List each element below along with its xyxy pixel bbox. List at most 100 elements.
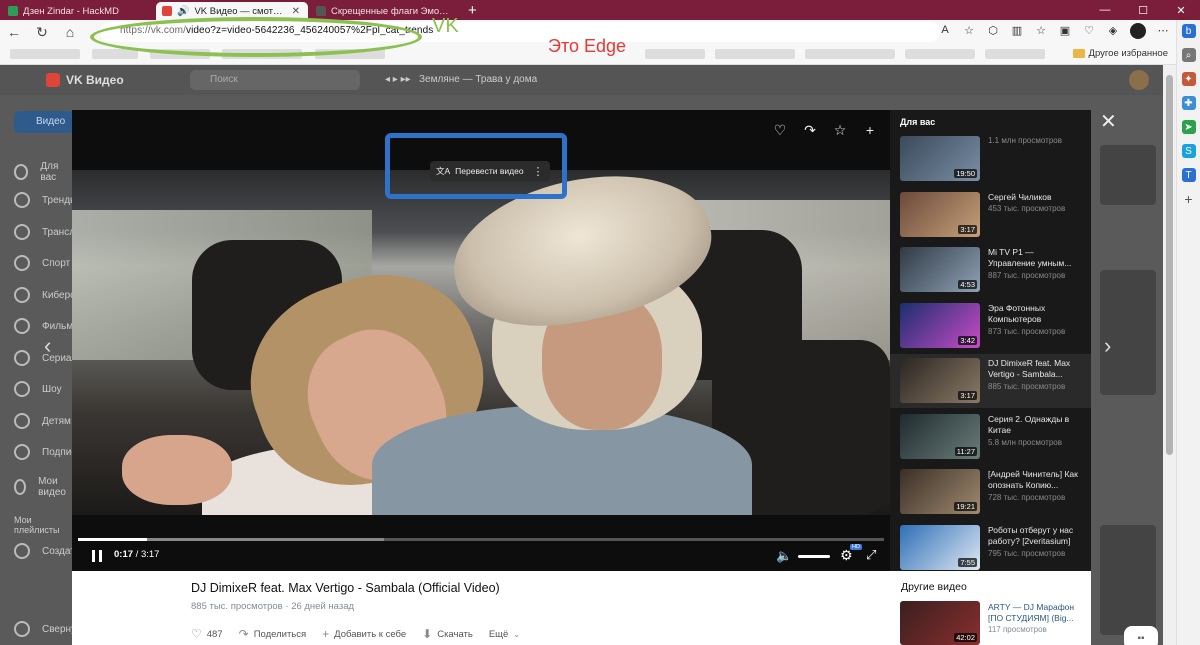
like-button[interactable]: ♡ 487	[191, 627, 223, 641]
bing-chat-icon[interactable]: b	[1181, 24, 1196, 38]
sidebar-item-trends[interactable]: Тренды	[14, 192, 77, 208]
minimize-icon[interactable]: —	[1086, 0, 1124, 20]
close-window-icon[interactable]: ✕	[1162, 0, 1200, 20]
send-icon[interactable]: ➤	[1181, 120, 1196, 134]
read-aloud-icon[interactable]: A	[938, 23, 952, 37]
blurred-favorite[interactable]	[905, 49, 975, 59]
download-button[interactable]: ⬇ Скачать	[422, 627, 473, 641]
recommendation-title[interactable]: Mi TV P1 — Управление умным...	[988, 247, 1082, 269]
sidebar-item-for-you[interactable]: Для вас	[14, 161, 72, 183]
recommendation-item[interactable]: 19:50 1.1 млн просмотров	[890, 132, 1091, 186]
plus-icon[interactable]: +	[862, 122, 878, 138]
star-icon[interactable]: ☆	[832, 122, 848, 138]
split-screen-icon[interactable]: ▥	[1010, 23, 1024, 37]
background-thumbnail[interactable]	[1100, 525, 1156, 635]
background-thumbnail[interactable]	[1100, 145, 1156, 205]
recommendation-item[interactable]: 3:17 Сергей Чиликов 453 тыс. просмотров	[890, 188, 1091, 242]
translate-icon[interactable]: T	[1181, 168, 1196, 182]
search-icon[interactable]: ⌕	[1181, 48, 1196, 62]
skype-icon[interactable]: S	[1181, 144, 1196, 158]
progress-bar[interactable]	[78, 538, 884, 541]
blurred-favorite[interactable]	[645, 49, 705, 59]
vk-logo-icon[interactable]	[46, 73, 60, 87]
messages-button[interactable]: ▪▪	[1124, 626, 1158, 645]
recommendation-item[interactable]: 4:53 Mi TV P1 — Управление умным... 887 ты…	[890, 243, 1091, 297]
video-frame[interactable]	[72, 170, 890, 515]
recommendations-heading: Для вас	[900, 117, 936, 127]
reload-icon[interactable]: ↻	[28, 20, 56, 44]
extensions-icon[interactable]: ⬡	[986, 23, 1000, 37]
tab-hackmd[interactable]: Дзен Zindar - HackMD	[2, 2, 154, 20]
create-playlist[interactable]: Создать	[14, 543, 80, 559]
recommendation-thumbnail[interactable]: 4:53	[900, 247, 980, 292]
recommendation-item[interactable]: 3:17 DJ DimixeR feat. Max Vertigo - Samba…	[890, 354, 1091, 408]
volume-slider[interactable]	[798, 555, 830, 558]
recommendation-thumbnail[interactable]: 3:17	[900, 191, 980, 237]
recommendation-thumbnail[interactable]: 3:42	[900, 302, 980, 348]
close-tab-icon[interactable]: ✕	[292, 6, 300, 17]
volume-icon[interactable]: 🔈	[776, 548, 792, 564]
favorites-icon[interactable]: ☆	[1034, 23, 1048, 37]
maximize-icon[interactable]: ☐	[1124, 0, 1162, 20]
vk-brand[interactable]: VK Видео	[66, 73, 124, 87]
sidebar-item-shows[interactable]: Шоу	[14, 381, 62, 397]
share-button[interactable]: ↷ Поделиться	[239, 627, 307, 641]
pause-icon[interactable]	[92, 550, 102, 562]
add-icon[interactable]: +	[1182, 191, 1196, 207]
blurred-favorite[interactable]	[92, 49, 138, 59]
recommendation-item[interactable]: 3:42 Эра Фотонных Компьютеров 873 тыс. про…	[890, 299, 1091, 353]
recommendation-item[interactable]: 11:27 Серия 2. Однажды в Китае 5.8 млн про…	[890, 410, 1091, 464]
sidebar-item-sport[interactable]: Спорт	[14, 255, 70, 271]
menu-dots-icon[interactable]: ⋯	[1156, 23, 1170, 37]
other-video-thumbnail[interactable]: 42:02	[900, 601, 980, 645]
close-modal-icon[interactable]: ✕	[1100, 109, 1117, 134]
heart-icon[interactable]: ♡	[772, 122, 788, 138]
recommendation-views: 885 тыс. просмотров	[988, 382, 1066, 391]
recommendation-thumbnail[interactable]: 7:55	[900, 524, 980, 570]
share-icon[interactable]: ↷	[802, 122, 818, 138]
player-top-actions: ♡ ↷ ☆ +	[772, 122, 878, 139]
fullscreen-icon[interactable]: ⤢	[866, 547, 876, 563]
shopping-icon[interactable]: ✦	[1181, 72, 1196, 86]
browser-essentials-icon[interactable]: ◈	[1106, 23, 1120, 37]
blurred-favorite[interactable]	[985, 49, 1045, 59]
sidebar-item-films[interactable]: Фильмы	[14, 318, 80, 334]
home-icon[interactable]: ⌂	[56, 20, 84, 44]
recommendation-title[interactable]: Роботы отберут у нас работу? [2veritasiu…	[988, 525, 1082, 547]
recommendation-thumbnail[interactable]: 3:17	[900, 358, 980, 403]
blurred-favorite[interactable]	[10, 49, 80, 59]
recommendation-thumbnail[interactable]: 19:50	[900, 136, 980, 181]
edge-sidebar: b ⌕ ✦ ✚ ➤ S T +	[1176, 20, 1200, 645]
next-video-arrow-icon[interactable]: ›	[1104, 333, 1111, 359]
vk-user-avatar[interactable]	[1129, 70, 1149, 90]
recommendation-title[interactable]: [Андрей Чинитель] Как опознать Копию...	[988, 469, 1082, 491]
favorite-star-icon[interactable]: ☆	[962, 23, 976, 37]
recommendation-thumbnail[interactable]: 11:27	[900, 413, 980, 459]
add-to-mine-button[interactable]: + Добавить к себе	[322, 627, 406, 641]
recommendation-title[interactable]: DJ DimixeR feat. Max Vertigo - Sambala..…	[988, 358, 1082, 380]
page-scrollbar[interactable]	[1163, 65, 1176, 645]
recommendation-title[interactable]: Серия 2. Однажды в Китае	[988, 414, 1082, 436]
scrollbar-thumb[interactable]	[1166, 75, 1173, 455]
recommendation-item[interactable]: 7:55 Роботы отберут у нас работу? [2verit…	[890, 521, 1091, 572]
other-favorites[interactable]: Другое избранное	[1072, 48, 1168, 59]
back-icon[interactable]: ←	[0, 20, 28, 44]
other-video-title[interactable]: ARTY — DJ Марафон [ПО СТУДИЯМ] (Big...	[988, 602, 1082, 624]
blurred-favorite[interactable]	[805, 49, 895, 59]
sidebar-item-kids[interactable]: Детям	[14, 413, 71, 429]
tools-icon[interactable]: ✚	[1181, 96, 1196, 110]
sidebar-item-my-videos[interactable]: Мои видео	[14, 476, 72, 498]
profile-avatar[interactable]	[1130, 23, 1146, 39]
new-tab-icon[interactable]: +	[468, 2, 477, 20]
previous-video-arrow-icon[interactable]: ‹	[44, 333, 51, 359]
recommendation-title[interactable]: Сергей Чиликов	[988, 192, 1082, 203]
recommendation-thumbnail[interactable]: 19:21	[900, 469, 980, 514]
vk-search-input[interactable]: Поиск	[190, 70, 360, 90]
now-playing[interactable]: ◂ ▸ ▸▸ Земляне — Трава у дома	[385, 74, 537, 85]
recommendation-title[interactable]: Эра Фотонных Компьютеров	[988, 303, 1082, 325]
heartbeat-icon[interactable]: ♡	[1082, 23, 1096, 37]
more-button[interactable]: Ещё ⌄	[489, 629, 520, 640]
collections-icon[interactable]: ▣	[1058, 23, 1072, 37]
recommendation-item[interactable]: 19:21 [Андрей Чинитель] Как опознать Копи…	[890, 465, 1091, 519]
blurred-favorite[interactable]	[715, 49, 795, 59]
